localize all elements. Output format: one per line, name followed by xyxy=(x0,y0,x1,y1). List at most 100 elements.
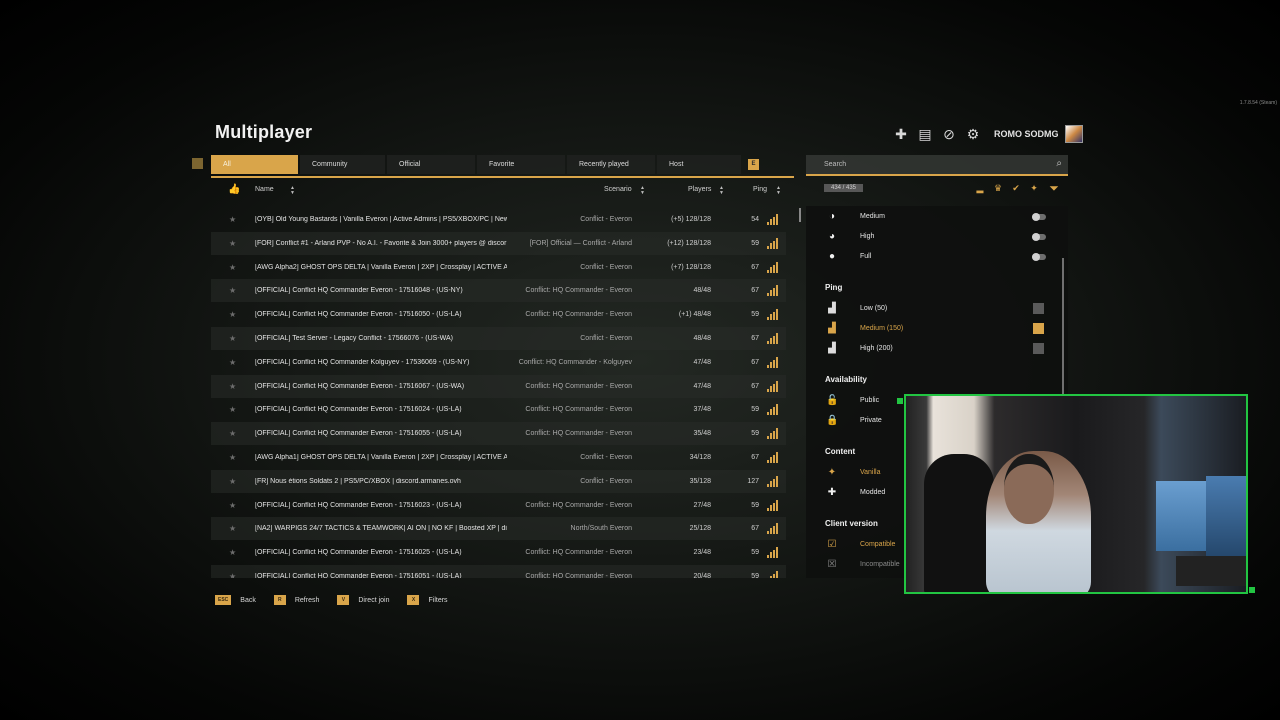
content-filter-icon[interactable]: ♛ xyxy=(993,183,1003,193)
news-icon[interactable]: ▤ xyxy=(916,125,934,143)
filter-funnel-icon[interactable]: ⏷ xyxy=(1049,182,1059,194)
favorite-star-icon[interactable]: ★ xyxy=(229,453,236,462)
table-row[interactable]: ★ [FR] Nous étions Soldats 2 | PS5/PC/XBO… xyxy=(211,469,786,493)
table-row[interactable]: ★ [OFFICIAL] Conflict HQ Commander Everon… xyxy=(211,494,786,517)
server-scenario: Conflict: HQ Commander - Everon xyxy=(525,501,632,509)
server-scenario: North/South Everon xyxy=(570,525,632,533)
tab-recently-played[interactable]: Recently played xyxy=(567,155,655,174)
col-ping[interactable]: Ping xyxy=(753,186,767,193)
table-row[interactable]: ★ [NA2] WARPIGS 24/7 TACTICS & TEAMWORK| … xyxy=(211,517,786,541)
server-scenario: Conflict: HQ Commander - Everon xyxy=(525,311,632,319)
thumbs-up-icon[interactable]: 👍 xyxy=(228,184,240,195)
list-scrollbar[interactable] xyxy=(799,208,801,222)
server-count: 434 / 435 xyxy=(824,184,864,192)
webcam-corner xyxy=(897,398,903,404)
table-row[interactable]: ★ [OFFICIAL] Conflict HQ Commander Everon… xyxy=(211,565,786,578)
sort-icon[interactable]: ▲ ▼ xyxy=(290,186,295,196)
settings-gear-icon[interactable]: ⚙ xyxy=(964,125,982,143)
table-row[interactable]: ★ [OFFICIAL] Conflict HQ Commander Everon… xyxy=(211,422,786,446)
tab-favorite[interactable]: Favorite xyxy=(477,155,565,174)
filter-label: Low (50) xyxy=(860,305,888,312)
col-name[interactable]: Name xyxy=(255,186,274,193)
signal-bars-icon xyxy=(767,380,778,392)
toggle-medium[interactable] xyxy=(1032,213,1046,221)
checkbox-ping-medium[interactable] xyxy=(1033,323,1044,334)
tab-all[interactable]: All xyxy=(211,155,298,174)
col-scenario[interactable]: Scenario xyxy=(604,186,632,193)
checkbox-ping-high[interactable] xyxy=(1033,343,1044,354)
server-name: [OFFICIAL] Conflict HQ Commander Everon … xyxy=(255,311,462,319)
filter-label: Public xyxy=(860,397,880,404)
favorite-star-icon[interactable]: ★ xyxy=(229,548,236,557)
server-name: [OFFICIAL] Test Server - Legacy Conflict… xyxy=(255,335,454,342)
favorite-star-icon[interactable]: ★ xyxy=(229,429,236,438)
server-scenario: Conflict - Everon xyxy=(580,454,632,461)
block-list-icon[interactable]: ⊘ xyxy=(940,125,958,143)
server-name: [OFFICIAL] Conflict HQ Commander Kolguye… xyxy=(255,358,470,366)
filters-button[interactable]: Filters xyxy=(428,597,447,604)
server-ping: 67 xyxy=(751,382,759,390)
filter-label: Modded xyxy=(860,489,886,496)
toggle-high[interactable] xyxy=(1032,233,1046,241)
server-ping: 59 xyxy=(751,239,759,247)
table-row[interactable]: ★ [OFFICIAL] Conflict HQ Commander Everon… xyxy=(211,398,786,421)
server-name: [OFFICIAL] Conflict HQ Commander Everon … xyxy=(255,287,463,295)
table-row[interactable]: ★ [OFFICIAL] Conflict HQ Commander Everon… xyxy=(211,541,786,564)
table-row[interactable]: ★ [OFFICIAL] Conflict HQ Commander Everon… xyxy=(211,303,786,326)
favorite-star-icon[interactable]: ★ xyxy=(229,382,236,391)
tab-host[interactable]: Host xyxy=(657,155,741,174)
favorite-star-icon[interactable]: ★ xyxy=(229,334,236,343)
server-scenario: Conflict: HQ Commander - Kolguyev xyxy=(518,358,632,366)
table-row[interactable]: ★ [OFFICIAL] Test Server - Legacy Conflic… xyxy=(211,327,786,350)
search-input[interactable]: Search ⌕ xyxy=(806,155,1068,176)
table-row[interactable]: ★ [FOR] Conflict #1 - Arland PVP - No A.I… xyxy=(211,231,786,255)
server-name: [AWG Alpha2] GHOST OPS DELTA | Vanilla E… xyxy=(255,263,507,271)
favorite-star-icon[interactable]: ★ xyxy=(229,310,236,319)
filter-scrollbar[interactable] xyxy=(1062,258,1064,398)
favorite-star-icon[interactable]: ★ xyxy=(229,215,236,224)
favorite-star-icon[interactable]: ★ xyxy=(229,477,236,486)
username[interactable]: ROMO SODMG xyxy=(994,129,1059,139)
back-button[interactable]: Back xyxy=(240,597,256,604)
vanilla-filter-icon[interactable]: ✦ xyxy=(1029,183,1039,193)
refresh-button[interactable]: Refresh xyxy=(295,597,320,604)
client-section-title: Client version xyxy=(825,519,878,528)
sort-icon[interactable]: ▲ ▼ xyxy=(776,186,781,196)
filter-label: Incompatible xyxy=(860,561,900,568)
sort-icon[interactable]: ▲ ▼ xyxy=(640,186,645,196)
tab-bar: All Community Official Favorite Recently… xyxy=(211,155,794,178)
sort-icon[interactable]: ▲ ▼ xyxy=(719,186,724,196)
checkbox-ping-low[interactable] xyxy=(1033,303,1044,314)
toggle-full[interactable] xyxy=(1032,253,1046,261)
search-icon[interactable]: ⌕ xyxy=(1056,158,1062,169)
table-row[interactable]: ★ [OFFICIAL] Conflict HQ Commander Kolguy… xyxy=(211,351,786,374)
workshop-icon[interactable]: ✚ xyxy=(892,125,910,143)
ping-section-title: Ping xyxy=(825,283,843,292)
favorite-star-icon[interactable]: ★ xyxy=(229,358,236,367)
favorite-star-icon[interactable]: ★ xyxy=(229,405,236,414)
version-filter-icon[interactable]: ✔ xyxy=(1011,183,1021,193)
col-players[interactable]: Players xyxy=(688,186,711,193)
table-row[interactable]: ★ [AWG Alpha1] GHOST OPS DELTA | Vanilla … xyxy=(211,446,786,469)
table-row[interactable]: ★ [OYB] Old Young Bastards | Vanilla Ever… xyxy=(211,208,786,231)
signal-bars-icon xyxy=(767,309,778,321)
table-row[interactable]: ★ [OFFICIAL] Conflict HQ Commander Everon… xyxy=(211,374,786,398)
favorite-star-icon[interactable]: ★ xyxy=(229,263,236,272)
favorite-star-icon[interactable]: ★ xyxy=(229,524,236,533)
server-scenario: Conflict: HQ Commander - Everon xyxy=(525,287,632,295)
signal-bars-icon xyxy=(767,452,778,463)
signal-bars-icon: ▟ xyxy=(828,303,836,314)
favorite-star-icon[interactable]: ★ xyxy=(229,572,236,578)
avatar[interactable] xyxy=(1064,125,1083,143)
server-name: [OFFICIAL] Conflict HQ Commander Everon … xyxy=(255,406,462,414)
favorite-star-icon[interactable]: ★ xyxy=(229,501,236,510)
ping-filter-icon[interactable]: ▂ xyxy=(975,183,985,193)
tab-community[interactable]: Community xyxy=(300,155,385,174)
signal-bars-icon xyxy=(767,285,778,297)
favorite-star-icon[interactable]: ★ xyxy=(229,239,236,248)
favorite-star-icon[interactable]: ★ xyxy=(229,286,236,295)
direct-join-button[interactable]: Direct join xyxy=(358,597,389,604)
tab-official[interactable]: Official xyxy=(387,155,475,174)
table-row[interactable]: ★ [OFFICIAL] Conflict HQ Commander Everon… xyxy=(211,279,786,303)
table-row[interactable]: ★ [AWG Alpha2] GHOST OPS DELTA | Vanilla … xyxy=(211,256,786,279)
